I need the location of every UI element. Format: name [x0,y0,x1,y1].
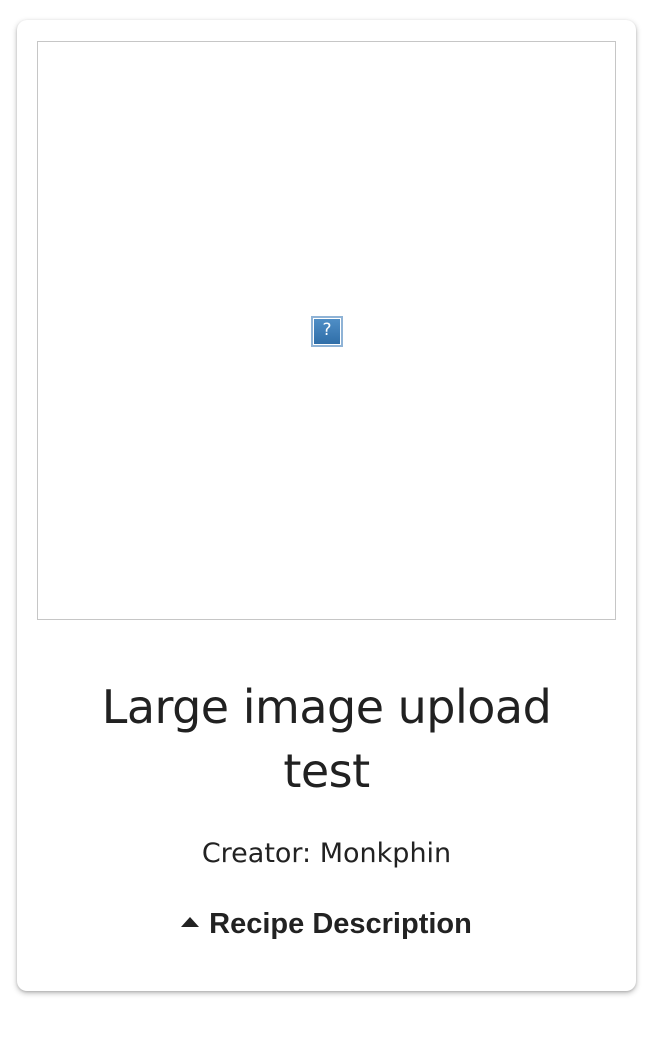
recipe-creator: Creator: Monkphin [201,838,452,869]
recipe-title: Large image upload test [101,680,552,798]
recipe-image[interactable]: ? [37,41,616,620]
recipe-card: ? Large image upload test Creator: Monkp… [17,20,636,991]
caret-up-icon [181,917,200,927]
broken-image-glyph: ? [314,319,340,344]
recipe-description-label: Recipe Description [209,908,472,940]
broken-image-icon: ? [311,316,343,347]
recipe-description-toggle[interactable]: Recipe Description [17,906,636,942]
